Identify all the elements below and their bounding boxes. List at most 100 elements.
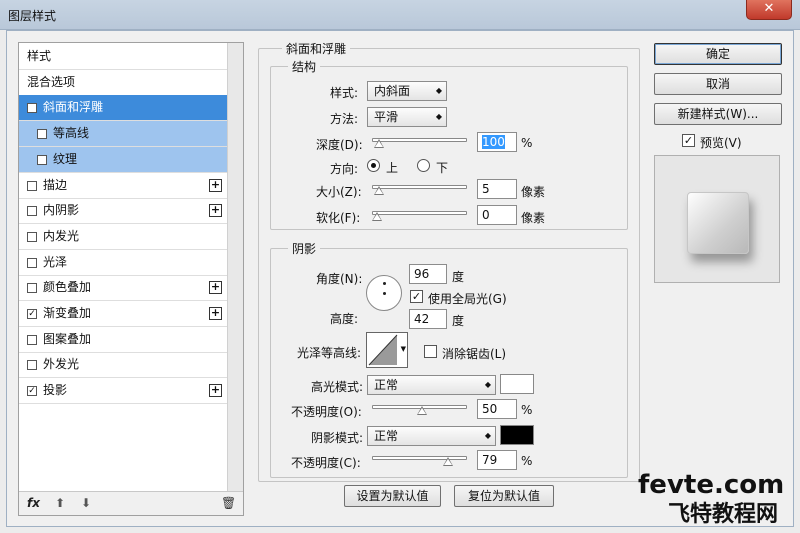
move-up-icon[interactable]: ⬆ — [55, 496, 65, 510]
style-item-label: 内阴影 — [43, 203, 80, 218]
style-item-checkbox[interactable] — [27, 180, 37, 191]
shadow-opacity-thumb[interactable] — [443, 457, 454, 466]
cancel-button[interactable]: 取消 — [654, 73, 782, 95]
add-effect-icon[interactable]: + — [209, 307, 222, 320]
new-style-button[interactable]: 新建样式(W)... — [654, 103, 782, 125]
altitude-input[interactable]: 42 — [409, 309, 447, 329]
shadow-opacity-unit: % — [521, 454, 533, 468]
soften-slider-thumb[interactable] — [372, 212, 382, 221]
style-item-label: 图案叠加 — [43, 331, 92, 346]
antialias-checkbox[interactable] — [424, 345, 437, 358]
style-label: 样式: — [330, 86, 359, 100]
preview-label: 预览(V) — [700, 136, 742, 150]
direction-up-radio[interactable] — [367, 159, 380, 172]
shadow-mode-label: 阴影模式: — [311, 431, 364, 445]
highlight-color-swatch[interactable] — [500, 374, 534, 394]
depth-label: 深度(D): — [316, 138, 363, 152]
style-item-label: 等高线 — [53, 126, 90, 141]
preview-swatch — [687, 192, 749, 254]
size-label: 大小(Z): — [316, 185, 362, 199]
highlight-opacity-label: 不透明度(O): — [291, 405, 362, 419]
highlight-opacity-thumb[interactable] — [417, 406, 427, 415]
style-list-item[interactable]: 样式 — [19, 44, 228, 70]
style-list-item[interactable]: 等高线 — [19, 121, 228, 148]
depth-slider-thumb[interactable] — [373, 139, 384, 148]
style-item-checkbox[interactable]: ✓ — [27, 386, 37, 397]
angle-label: 角度(N): — [316, 272, 363, 286]
style-item-checkbox[interactable]: ✓ — [27, 103, 37, 114]
style-select[interactable]: 内斜面 ◆ — [367, 81, 447, 101]
ok-button[interactable]: 确定 — [654, 43, 782, 65]
style-item-label: 渐变叠加 — [43, 306, 92, 320]
list-scrollbar[interactable] — [227, 43, 243, 491]
close-button[interactable]: ✕ — [746, 0, 792, 20]
style-list-item[interactable]: 光泽 — [19, 250, 228, 276]
depth-input[interactable]: 100 — [477, 132, 517, 152]
move-down-icon[interactable]: ⬇ — [81, 496, 91, 510]
style-item-checkbox[interactable] — [27, 257, 37, 268]
shadow-opacity-label: 不透明度(C): — [291, 456, 361, 470]
highlight-opacity-unit: % — [521, 403, 533, 417]
global-light-checkbox[interactable]: ✓ — [410, 290, 423, 303]
style-item-checkbox[interactable] — [37, 154, 47, 165]
highlight-opacity-input[interactable]: 50 — [477, 399, 517, 419]
style-item-checkbox[interactable] — [27, 334, 37, 345]
size-unit: 像素 — [521, 185, 546, 199]
style-list-item[interactable]: ✓ 斜面和浮雕 — [19, 95, 228, 122]
shading-title: 阴影 — [288, 240, 321, 257]
direction-down-label: 下 — [436, 161, 449, 175]
add-effect-icon[interactable]: + — [209, 384, 222, 398]
style-list-item[interactable]: 内阴影 + — [19, 198, 228, 225]
reset-default-button[interactable]: 复位为默认值 — [454, 485, 554, 507]
method-select[interactable]: 平滑 ◆ — [367, 107, 447, 127]
direction-down-radio[interactable] — [417, 159, 430, 172]
style-item-checkbox[interactable] — [27, 206, 37, 217]
fx-icon[interactable]: fx — [27, 496, 40, 510]
style-list-item[interactable]: 外发光 — [19, 352, 228, 379]
shadow-mode-select[interactable]: 正常 ◆ — [367, 426, 496, 446]
style-item-label: 样式 — [27, 49, 52, 63]
gloss-contour-picker[interactable]: ▼ — [366, 332, 408, 368]
style-item-checkbox[interactable]: ✓ — [27, 309, 37, 319]
style-list-item[interactable]: 混合选项 — [19, 70, 228, 96]
style-item-checkbox[interactable] — [37, 129, 47, 140]
highlight-mode-select[interactable]: 正常 ◆ — [367, 375, 496, 395]
style-list-item[interactable]: ✓ 投影 + — [19, 378, 228, 405]
depth-slider[interactable] — [372, 138, 467, 142]
preview-checkbox[interactable]: ✓ — [682, 134, 695, 147]
soften-slider[interactable] — [372, 211, 467, 215]
shadow-opacity-input[interactable]: 79 — [477, 450, 517, 470]
size-slider-thumb[interactable] — [373, 186, 384, 195]
style-list-item[interactable]: 图案叠加 — [19, 327, 228, 353]
style-item-label: 描边 — [43, 177, 68, 192]
angle-input[interactable]: 96 — [409, 264, 447, 284]
style-list-item[interactable]: 内发光 — [19, 224, 228, 250]
direction-up-label: 上 — [386, 161, 399, 175]
style-item-checkbox[interactable] — [27, 360, 37, 371]
trash-icon[interactable]: 🗑 — [221, 496, 236, 510]
style-item-checkbox[interactable] — [27, 231, 37, 242]
style-item-label: 投影 — [43, 383, 68, 398]
style-preview — [654, 155, 780, 283]
direction-label: 方向: — [330, 162, 359, 176]
add-effect-icon[interactable]: + — [209, 178, 222, 192]
make-default-button[interactable]: 设置为默认值 — [344, 485, 441, 507]
global-light-label: 使用全局光(G) — [428, 292, 507, 306]
size-slider[interactable] — [372, 185, 467, 189]
size-input[interactable]: 5 — [477, 179, 517, 199]
add-effect-icon[interactable]: + — [209, 281, 222, 295]
style-item-label: 颜色叠加 — [43, 280, 92, 295]
angle-dial[interactable] — [366, 275, 402, 311]
style-list-item[interactable]: 纹理 — [19, 146, 228, 173]
antialias-label: 消除锯齿(L) — [442, 347, 507, 361]
style-list-item[interactable]: ✓ 渐变叠加 + — [19, 301, 228, 327]
style-list-item[interactable]: 颜色叠加 + — [19, 275, 228, 302]
style-item-label: 纹理 — [53, 151, 78, 166]
soften-input[interactable]: 0 — [477, 205, 517, 225]
style-item-label: 光泽 — [43, 254, 68, 269]
style-list-item[interactable]: 描边 + — [19, 173, 228, 199]
style-item-checkbox[interactable] — [27, 283, 37, 294]
shadow-color-swatch[interactable] — [500, 425, 534, 445]
add-effect-icon[interactable]: + — [209, 204, 222, 218]
soften-unit: 像素 — [521, 211, 546, 225]
